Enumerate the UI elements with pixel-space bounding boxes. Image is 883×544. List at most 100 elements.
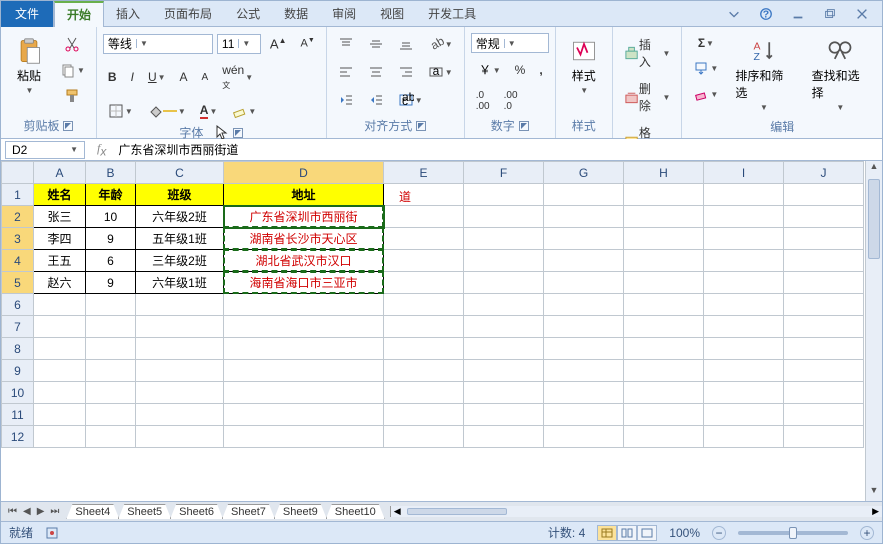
- cell[interactable]: [784, 338, 864, 360]
- cell[interactable]: [384, 184, 464, 206]
- sheet-tab[interactable]: Sheet7: [222, 504, 275, 519]
- cell[interactable]: 王五: [34, 250, 86, 272]
- cell[interactable]: [544, 426, 624, 448]
- hscroll-thumb[interactable]: [407, 508, 507, 515]
- cell[interactable]: 六年级2班: [136, 206, 224, 228]
- wrap-text-button[interactable]: abc▼: [393, 89, 428, 111]
- cell[interactable]: [624, 228, 704, 250]
- zoom-in-button[interactable]: +: [860, 526, 874, 540]
- zoom-slider[interactable]: [738, 531, 848, 535]
- cell[interactable]: [464, 250, 544, 272]
- tab-view[interactable]: 视图: [368, 1, 416, 27]
- cell[interactable]: [464, 404, 544, 426]
- cell[interactable]: [86, 404, 136, 426]
- cell[interactable]: [384, 338, 464, 360]
- tab-formulas[interactable]: 公式: [224, 1, 272, 27]
- cell[interactable]: [34, 382, 86, 404]
- cell[interactable]: 湖南省长沙市天心区: [224, 228, 384, 250]
- cell[interactable]: [544, 360, 624, 382]
- row-header[interactable]: 12: [2, 426, 34, 448]
- italic-button[interactable]: I: [126, 67, 139, 87]
- cell[interactable]: [704, 206, 784, 228]
- row-header[interactable]: 4: [2, 250, 34, 272]
- cell[interactable]: [34, 294, 86, 316]
- cell[interactable]: [704, 316, 784, 338]
- col-header[interactable]: G: [544, 162, 624, 184]
- cell[interactable]: 李四: [34, 228, 86, 250]
- font-dialog-launcher[interactable]: [233, 128, 243, 138]
- decrease-decimal-button[interactable]: .00.0: [499, 87, 523, 115]
- increase-font-button[interactable]: A▲: [265, 33, 292, 54]
- row-header[interactable]: 7: [2, 316, 34, 338]
- cell[interactable]: 六年级1班: [136, 272, 224, 294]
- zoom-out-button[interactable]: −: [712, 526, 726, 540]
- sheet-nav-last[interactable]: ⏭: [47, 506, 62, 517]
- tab-insert[interactable]: 插入: [104, 1, 152, 27]
- cell[interactable]: [544, 250, 624, 272]
- cell[interactable]: [544, 316, 624, 338]
- cell[interactable]: [624, 184, 704, 206]
- clear-button[interactable]: ▼: [688, 83, 723, 105]
- col-header[interactable]: J: [784, 162, 864, 184]
- sheet-tab[interactable]: Sheet9: [274, 504, 327, 519]
- cell[interactable]: [544, 228, 624, 250]
- cell[interactable]: [544, 404, 624, 426]
- cell[interactable]: [624, 382, 704, 404]
- cell[interactable]: [136, 316, 224, 338]
- align-left-button[interactable]: [333, 61, 359, 83]
- window-close-icon[interactable]: [850, 4, 874, 24]
- cell[interactable]: 10: [86, 206, 136, 228]
- cell[interactable]: [34, 316, 86, 338]
- cell[interactable]: [784, 404, 864, 426]
- cell[interactable]: [384, 382, 464, 404]
- cell[interactable]: [34, 404, 86, 426]
- col-header[interactable]: D: [224, 162, 384, 184]
- sheet-tab[interactable]: Sheet6: [170, 504, 223, 519]
- comma-button[interactable]: ,: [534, 60, 547, 80]
- cell[interactable]: 地址: [224, 184, 384, 206]
- cell[interactable]: [384, 360, 464, 382]
- row-header[interactable]: 3: [2, 228, 34, 250]
- decrease-indent-button[interactable]: [333, 89, 359, 111]
- cell[interactable]: 姓名: [34, 184, 86, 206]
- cell[interactable]: 湖北省武汉市汉口: [224, 250, 384, 272]
- cell[interactable]: [784, 250, 864, 272]
- macro-record-icon[interactable]: [45, 526, 59, 540]
- cell[interactable]: [464, 360, 544, 382]
- cell[interactable]: 三年级2班: [136, 250, 224, 272]
- zoom-slider-knob[interactable]: [789, 527, 797, 539]
- cell[interactable]: [544, 338, 624, 360]
- cell[interactable]: 班级: [136, 184, 224, 206]
- cell[interactable]: [384, 404, 464, 426]
- cell[interactable]: [464, 294, 544, 316]
- cell[interactable]: [384, 228, 464, 250]
- cell[interactable]: [136, 360, 224, 382]
- cell[interactable]: [784, 316, 864, 338]
- cell[interactable]: [86, 382, 136, 404]
- horizontal-scrollbar[interactable]: ◀ ▶: [390, 506, 882, 517]
- cell[interactable]: [86, 294, 136, 316]
- cell[interactable]: 6: [86, 250, 136, 272]
- cell[interactable]: [136, 426, 224, 448]
- cell[interactable]: [464, 338, 544, 360]
- window-minimize-icon[interactable]: [786, 4, 810, 24]
- cell[interactable]: [384, 272, 464, 294]
- cell[interactable]: [544, 294, 624, 316]
- col-header[interactable]: A: [34, 162, 86, 184]
- increase-font-button-2[interactable]: A: [175, 67, 193, 87]
- row-header[interactable]: 10: [2, 382, 34, 404]
- sheet-tab[interactable]: Sheet5: [118, 504, 171, 519]
- minimize-ribbon-icon[interactable]: [722, 4, 746, 24]
- cell[interactable]: [384, 206, 464, 228]
- col-header[interactable]: E: [384, 162, 464, 184]
- number-format-combo[interactable]: 常规▼: [471, 33, 549, 53]
- underline-button[interactable]: U▼: [143, 67, 171, 87]
- col-header[interactable]: B: [86, 162, 136, 184]
- sheet-nav-prev[interactable]: ◀: [20, 506, 34, 517]
- scroll-left-icon[interactable]: ◀: [391, 506, 404, 517]
- scroll-thumb[interactable]: [868, 179, 880, 259]
- col-header[interactable]: F: [464, 162, 544, 184]
- cell[interactable]: [224, 360, 384, 382]
- name-box[interactable]: D2▼: [5, 141, 85, 159]
- cell[interactable]: [224, 316, 384, 338]
